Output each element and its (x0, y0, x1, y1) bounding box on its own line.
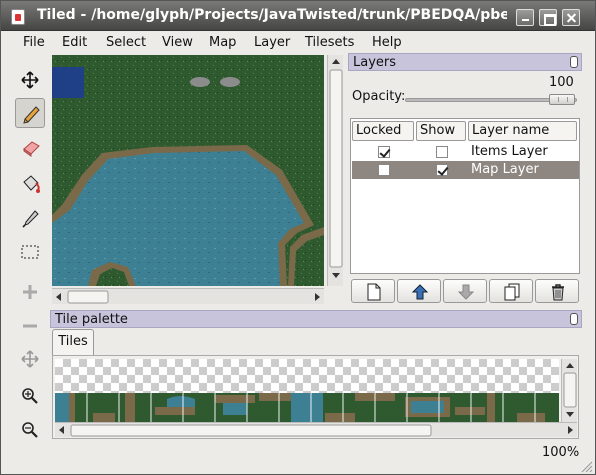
menu-tilesets[interactable]: Tilesets (305, 35, 354, 50)
pan-icon (21, 350, 39, 368)
new-layer-button[interactable] (351, 279, 395, 303)
tile-palette-float-button[interactable] (570, 313, 578, 325)
menu-help[interactable]: Help (372, 35, 402, 50)
bucket-fill-tool-button[interactable] (15, 168, 45, 198)
palette-horizontal-scrollbar[interactable] (55, 422, 577, 437)
new-layer-icon (367, 283, 381, 301)
layers-dock-title: Layers (353, 55, 397, 70)
title-bar[interactable]: Tiled - /home/glyph/Projects/JavaTwisted… (1, 1, 595, 31)
main-window: Tiled - /home/glyph/Projects/JavaTwisted… (0, 0, 596, 475)
scroll-up-arrow-icon (566, 363, 574, 368)
close-button[interactable] (562, 9, 580, 26)
menu-view[interactable]: View (162, 35, 193, 50)
eyedropper-tool-button[interactable] (15, 203, 45, 233)
layers-float-button[interactable] (570, 56, 578, 68)
show-checkbox[interactable] (436, 146, 448, 158)
move-layer-up-icon (411, 284, 429, 300)
rect-select-tool-button[interactable] (15, 237, 45, 267)
maximize-button[interactable] (539, 9, 557, 26)
remove-button[interactable] (15, 311, 45, 341)
move-tool-button[interactable] (15, 65, 45, 95)
opacity-slider-handle[interactable] (549, 94, 575, 105)
map-canvas[interactable] (52, 55, 324, 286)
layer-name: Map Layer (471, 162, 539, 177)
scroll-down-arrow-icon (566, 412, 574, 417)
pencil-tool-button[interactable] (15, 98, 45, 128)
show-checkbox[interactable] (436, 164, 448, 176)
delete-layer-button[interactable] (535, 279, 579, 303)
lower-layer-button[interactable] (443, 279, 487, 303)
transparent-tiles-row[interactable] (55, 359, 559, 393)
zoom-out-minus-icon (23, 324, 37, 328)
col-layer-name[interactable]: Layer name (468, 121, 577, 141)
minimize-button[interactable] (516, 9, 534, 26)
layer-name: Items Layer (471, 144, 548, 159)
eraser-tool-button[interactable] (15, 133, 45, 163)
raise-layer-button[interactable] (397, 279, 441, 303)
col-locked[interactable]: Locked (352, 121, 414, 141)
tileset-graphics (55, 393, 559, 422)
map-hscroll-graphics (56, 290, 320, 304)
add-button[interactable] (15, 277, 45, 307)
map-vertical-scrollbar[interactable] (327, 55, 343, 286)
locked-checkbox[interactable] (378, 146, 390, 158)
palette-vscroll-graphics (563, 363, 577, 417)
tile-palette-area (52, 355, 579, 439)
scroll-down-arrow-icon (332, 273, 340, 278)
scroll-left-arrow-icon (56, 293, 61, 301)
scroll-right-arrow-icon (568, 426, 573, 434)
menu-bar: File Edit Select View Map Layer Tilesets… (1, 32, 595, 54)
tile-palette-header[interactable]: Tile palette (50, 310, 582, 328)
java-app-icon (11, 9, 25, 25)
eyedropper-icon (22, 210, 39, 228)
menu-file[interactable]: File (23, 35, 45, 50)
duplicate-layer-button[interactable] (489, 279, 533, 303)
bucket-fill-icon (23, 175, 40, 193)
eraser-icon (23, 141, 40, 157)
window-title: Tiled - /home/glyph/Projects/JavaTwisted… (37, 7, 507, 23)
move-icon (21, 71, 39, 89)
zoom-out-button[interactable] (15, 415, 45, 445)
scroll-left-arrow-icon (59, 426, 64, 434)
magnify-out-icon (22, 422, 38, 438)
move-layer-down-icon (457, 284, 475, 300)
tile-palette-title: Tile palette (55, 312, 128, 327)
tool-bar (11, 63, 53, 453)
map-horizontal-scrollbar[interactable] (52, 288, 324, 304)
scroll-right-arrow-icon (315, 293, 320, 301)
locked-checkbox[interactable] (378, 164, 390, 176)
palette-hscroll-graphics (59, 424, 573, 437)
tab-tiles[interactable]: Tiles (52, 329, 94, 356)
palette-vertical-scrollbar[interactable] (561, 359, 577, 422)
magnify-in-icon (22, 388, 38, 404)
layer-row-items[interactable]: Items Layer (352, 143, 579, 161)
zoom-level-label: 100% (542, 445, 580, 460)
col-show[interactable]: Show (416, 121, 466, 141)
zoom-in-plus-icon (23, 285, 37, 299)
delete-layer-icon (552, 284, 564, 301)
menu-map[interactable]: Map (209, 35, 236, 50)
layer-table: Locked Show Layer name Items Layer Map L… (350, 118, 580, 274)
scroll-up-arrow-icon (332, 59, 340, 64)
zoom-in-button[interactable] (15, 381, 45, 411)
resize-grip-icon[interactable] (579, 459, 593, 473)
pencil-icon (23, 106, 40, 124)
pan-button[interactable] (15, 344, 45, 374)
opacity-label: Opacity: (352, 89, 406, 104)
menu-select[interactable]: Select (106, 35, 146, 50)
rect-select-icon (21, 245, 39, 259)
map-tiles (52, 55, 324, 286)
menu-layer[interactable]: Layer (254, 35, 290, 50)
layers-dock-header[interactable]: Layers (348, 53, 582, 71)
tileset-strip[interactable] (55, 393, 559, 422)
layer-row-map[interactable]: Map Layer (352, 161, 579, 179)
menu-edit[interactable]: Edit (62, 35, 87, 50)
opacity-value: 100 (549, 75, 574, 90)
duplicate-layer-icon (504, 283, 520, 301)
map-vscroll-graphics (329, 59, 343, 278)
